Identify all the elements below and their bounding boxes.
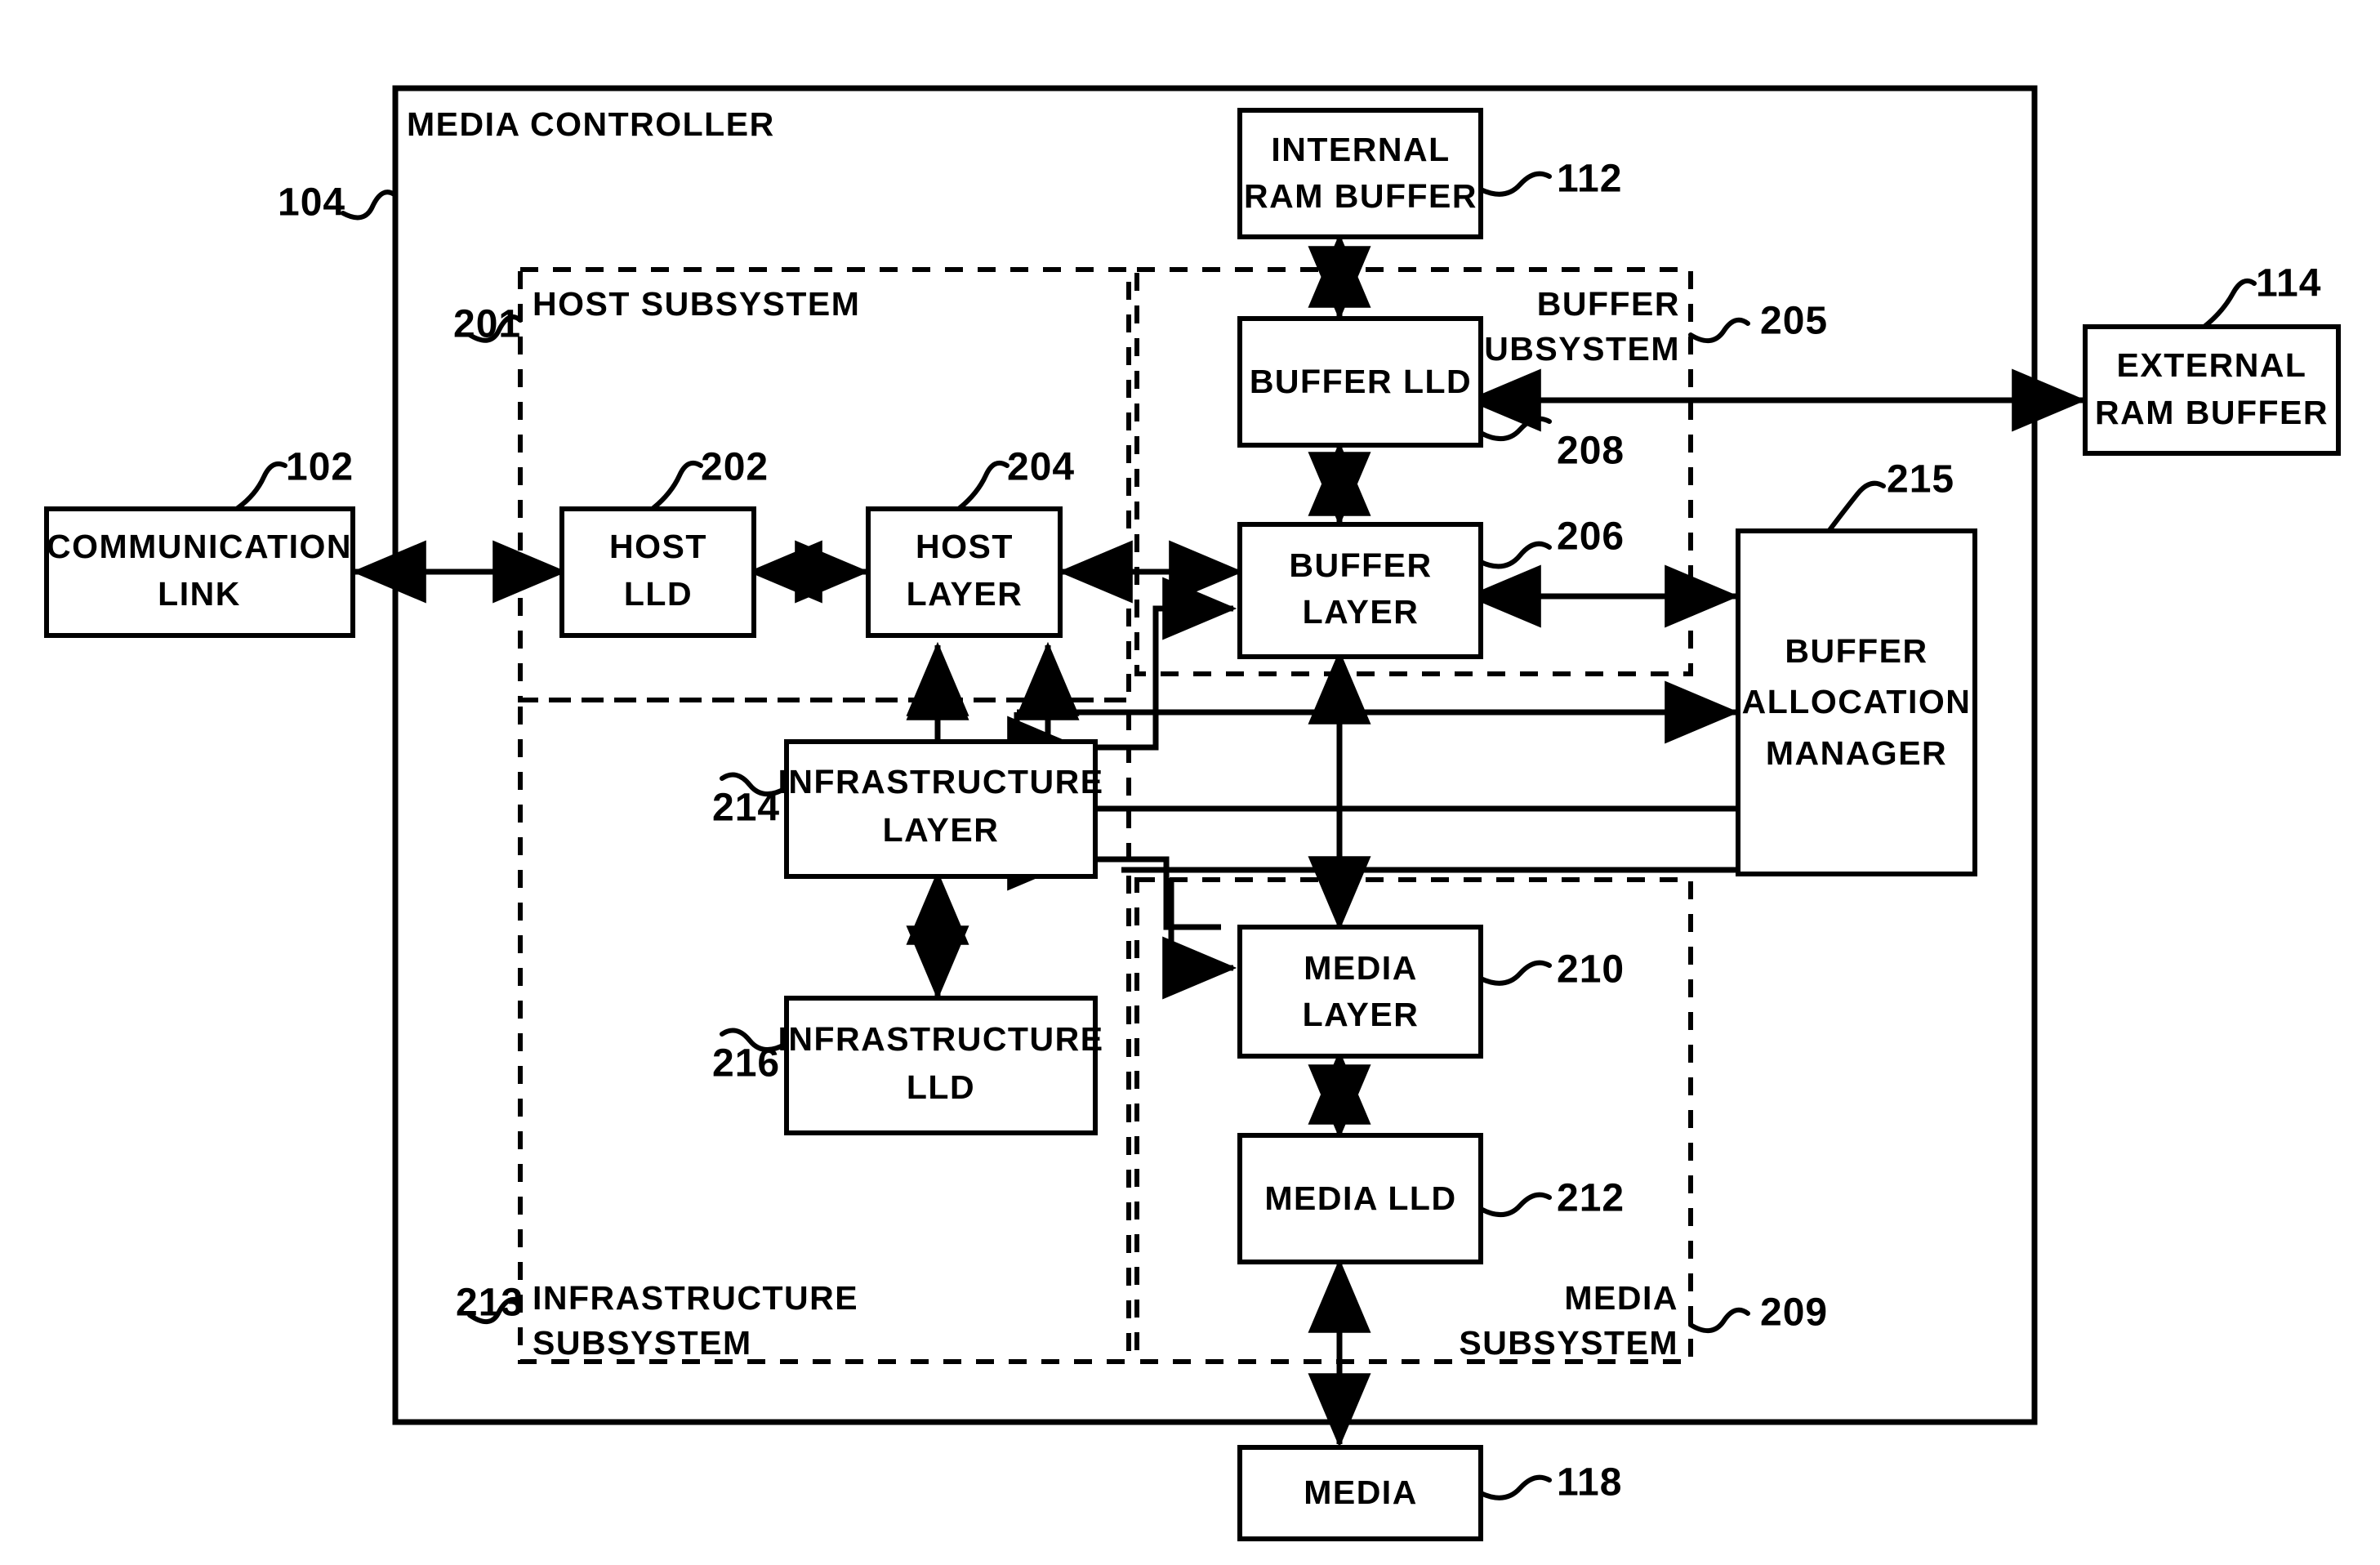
lead-line-212 [1478,1192,1552,1217]
ref-210: 210 [1557,948,1625,992]
lead-line-114 [2203,279,2257,328]
ref-209: 209 [1760,1291,1828,1335]
media-subsystem-label-2: SUBSYSTEM [1459,1324,1678,1362]
communication-link-label-2: LINK [158,575,241,613]
ref-208: 208 [1557,430,1625,473]
ref-216: 216 [712,1042,780,1086]
infrastructure-layer-label-2: LAYER [883,811,1000,849]
buffer-lld-label-1: BUFFER LLD [1250,363,1472,400]
ref-213: 213 [456,1282,524,1325]
ref-215: 215 [1887,458,1954,502]
infrastructure-layer-label-1: INFRASTRUCTURE [778,763,1103,800]
buffer-layer-label-1: BUFFER [1289,546,1432,584]
ref-102: 102 [286,446,354,489]
communication-link-label-1: COMMUNICATION [47,528,352,565]
lead-line-215 [1827,480,1886,533]
block-infrastructure-layer[interactable] [784,739,1098,879]
block-media-layer[interactable] [1237,925,1483,1059]
link-infra-medialayer-left-elbow [1162,878,1237,1000]
lead-line-206 [1478,541,1552,569]
bam-label-1: BUFFER [1785,632,1928,670]
block-infrastructure-lld[interactable] [784,996,1098,1135]
lead-line-204 [957,461,1009,511]
ref-214: 214 [712,787,780,830]
ref-118: 118 [1557,1461,1622,1505]
ref-201: 201 [453,303,521,346]
lead-line-209 [1688,1307,1750,1333]
lead-line-112 [1478,171,1552,197]
media-lld-label-1: MEDIA LLD [1264,1179,1456,1217]
external-ram-buffer-label-1: EXTERNAL [2117,346,2307,384]
media-subsystem-label-1: MEDIA [1564,1279,1678,1317]
host-lld-label-1: HOST [609,528,707,565]
block-internal-ram-buffer[interactable] [1237,108,1483,239]
buffer-layer-label-2: LAYER [1303,593,1420,631]
buffer-subsystem-label-2: SUBSYSTEM [1460,330,1680,368]
host-subsystem-label: HOST SUBSYSTEM [533,285,860,323]
media-controller-title: MEDIA CONTROLLER [407,105,775,143]
ref-112: 112 [1557,158,1622,201]
lead-line-205 [1688,317,1750,343]
lead-line-102 [235,461,287,511]
ref-212: 212 [1557,1177,1625,1220]
lead-line-210 [1478,960,1552,986]
link-bufferlayer-infralayer-elbow [1007,577,1237,779]
host-layer-label-1: HOST [916,528,1014,565]
internal-ram-buffer-label-2: RAM BUFFER [1244,177,1477,215]
infrastructure-lld-label-1: INFRASTRUCTURE [778,1020,1103,1058]
internal-ram-buffer-label-1: INTERNAL [1271,131,1450,168]
block-buffer-layer[interactable] [1237,522,1483,659]
external-ram-buffer-label-2: RAM BUFFER [2095,394,2329,431]
buffer-subsystem-label-1: BUFFER [1537,285,1680,323]
lead-line-202 [651,461,703,511]
ref-104: 104 [278,181,345,225]
bam-label-3: MANAGER [1766,734,1947,772]
media-label-1: MEDIA [1304,1474,1418,1511]
host-lld-label-2: LLD [624,575,693,613]
infrastructure-lld-label-2: LLD [907,1068,975,1106]
infrastructure-subsystem-label-2: SUBSYSTEM [533,1324,752,1362]
ref-114: 114 [2256,262,2321,305]
lead-line-104 [341,189,398,221]
host-layer-label-2: LAYER [907,575,1023,613]
lead-line-208 [1478,416,1552,441]
infrastructure-subsystem-label-1: INFRASTRUCTURE [533,1279,858,1317]
ref-206: 206 [1557,515,1625,559]
ref-202: 202 [701,446,769,489]
patent-figure: MEDIA CONTROLLER 104 HOST SUBSYSTEM 201 … [0,0,2380,1565]
ref-205: 205 [1760,300,1828,343]
lead-line-118 [1478,1474,1552,1500]
media-layer-label-2: LAYER [1303,996,1420,1033]
ref-204: 204 [1007,446,1075,489]
bam-label-2: ALLOCATION [1742,683,1972,720]
media-layer-label-1: MEDIA [1304,949,1418,987]
